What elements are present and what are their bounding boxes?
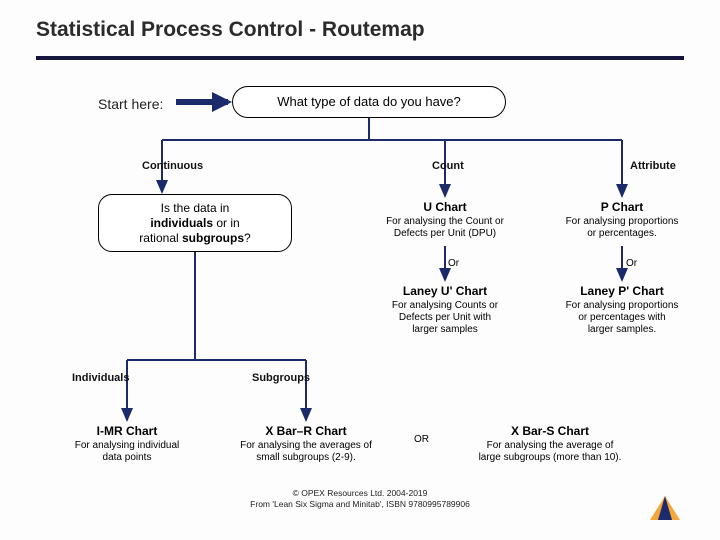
branch-subgroups: Subgroups bbox=[252, 372, 310, 384]
title-rule bbox=[36, 56, 684, 60]
logo-icon bbox=[648, 494, 682, 522]
p-chart-desc2: or percentages. bbox=[546, 228, 698, 240]
xbar-s-header: X Bar-S Chart bbox=[450, 424, 650, 438]
u-chart-header: U Chart bbox=[365, 200, 525, 214]
xbar-s-desc2: large subgroups (more than 10). bbox=[450, 452, 650, 464]
xbar-r-desc2: small subgroups (2-9). bbox=[218, 452, 394, 464]
laney-p-desc2: or percentages with bbox=[546, 312, 698, 324]
q2-line3: rational subgroups? bbox=[99, 231, 291, 246]
laney-p-desc3: larger samples. bbox=[546, 324, 698, 336]
p-chart-section: P Chart For analysing proportions or per… bbox=[546, 200, 698, 240]
xbar-r-header: X Bar–R Chart bbox=[218, 424, 394, 438]
branch-attribute: Attribute bbox=[630, 160, 676, 172]
branch-individuals: Individuals bbox=[72, 372, 129, 384]
footer-line2: From 'Lean Six Sigma and Minitab', ISBN … bbox=[250, 499, 470, 509]
laney-u-desc2: Defects per Unit with bbox=[365, 312, 525, 324]
imr-header: I-MR Chart bbox=[56, 424, 198, 438]
xbar-s-desc1: For analysing the average of bbox=[450, 440, 650, 452]
or-attribute: Or bbox=[626, 258, 637, 269]
laney-p-desc1: For analysing proportions bbox=[546, 300, 698, 312]
u-chart-desc2: Defects per Unit (DPU) bbox=[365, 228, 525, 240]
laney-u-desc3: larger samples bbox=[365, 324, 525, 336]
xbar-r-desc1: For analysing the averages of bbox=[218, 440, 394, 452]
xbar-s-section: X Bar-S Chart For analysing the average … bbox=[450, 424, 650, 464]
or-subgroups: OR bbox=[414, 434, 429, 445]
imr-desc1: For analysing individual bbox=[56, 440, 198, 452]
q2-line2: individuals or in bbox=[99, 216, 291, 231]
laney-u-desc1: For analysing Counts or bbox=[365, 300, 525, 312]
p-chart-header: P Chart bbox=[546, 200, 698, 214]
u-chart-section: U Chart For analysing the Count or Defec… bbox=[365, 200, 525, 240]
question-data-type: What type of data do you have? bbox=[232, 86, 506, 118]
laney-u-section: Laney U' Chart For analysing Counts or D… bbox=[365, 284, 525, 336]
footer-line1: © OPEX Resources Ltd. 2004-2019 bbox=[293, 488, 428, 498]
xbar-r-section: X Bar–R Chart For analysing the averages… bbox=[218, 424, 394, 464]
imr-desc2: data points bbox=[56, 452, 198, 464]
imr-section: I-MR Chart For analysing individual data… bbox=[56, 424, 198, 464]
page-title: Statistical Process Control - Routemap bbox=[36, 18, 425, 42]
p-chart-desc1: For analysing proportions bbox=[546, 216, 698, 228]
branch-count: Count bbox=[432, 160, 464, 172]
laney-p-section: Laney P' Chart For analysing proportions… bbox=[546, 284, 698, 336]
u-chart-desc1: For analysing the Count or bbox=[365, 216, 525, 228]
footer: © OPEX Resources Ltd. 2004-2019 From 'Le… bbox=[0, 488, 720, 510]
question-individuals-subgroups: Is the data in individuals or in rationa… bbox=[98, 194, 292, 252]
or-count: Or bbox=[448, 258, 459, 269]
branch-continuous: Continuous bbox=[142, 160, 203, 172]
q2-line1: Is the data in bbox=[99, 201, 291, 216]
laney-p-header: Laney P' Chart bbox=[546, 284, 698, 298]
laney-u-header: Laney U' Chart bbox=[365, 284, 525, 298]
start-label: Start here: bbox=[98, 96, 163, 112]
